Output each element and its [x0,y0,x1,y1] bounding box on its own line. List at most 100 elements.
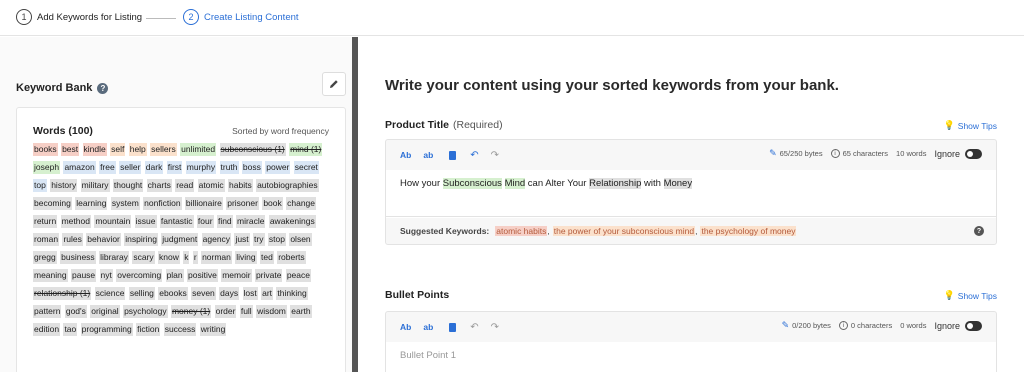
keyword-chip[interactable]: roman [33,233,60,246]
keyword-chip[interactable]: pause [70,269,97,282]
keyword-chip[interactable]: free [99,161,116,174]
keyword-chip[interactable]: memoir [221,269,252,282]
keyword-chip[interactable]: ebooks [158,287,188,300]
keyword-chip[interactable]: fantastic [159,215,194,228]
keyword-chip[interactable]: habits [228,179,253,192]
keyword-chip[interactable]: top [33,179,47,192]
undo-icon[interactable]: ↶ [470,322,478,333]
keyword-chip[interactable]: truth [219,161,239,174]
keyword-chip[interactable]: scary [132,251,155,264]
keyword-chip[interactable]: selling [128,287,155,300]
bullet-point-1-input[interactable]: Bullet Point 1 [386,342,996,372]
keyword-chip[interactable]: billionaire [184,197,223,210]
keyword-chip[interactable]: pattern [33,305,62,318]
keyword-chip[interactable]: full [239,305,253,318]
keyword-chip[interactable]: four [196,215,214,228]
keyword-chip[interactable]: inspiring [124,233,158,246]
keyword-chip[interactable]: autobiographies [256,179,319,192]
keyword-chip[interactable]: sellers [150,143,177,156]
keyword-chip[interactable]: thinking [276,287,308,300]
keyword-chip[interactable]: subconscious (1) [219,143,286,156]
keyword-chip[interactable]: libraray [99,251,129,264]
keyword-chip[interactable]: dark [144,161,164,174]
keyword-chip[interactable]: method [60,215,91,228]
keyword-chip[interactable]: nyt [99,269,113,282]
document-icon[interactable] [449,150,457,160]
keyword-chip[interactable]: living [235,251,257,264]
keyword-chip[interactable]: programming [80,323,133,336]
keyword-chip[interactable]: order [214,305,237,318]
keyword-chip[interactable]: overcoming [116,269,163,282]
info-icon[interactable]: i [838,321,848,330]
keyword-chip[interactable]: mind (1) [289,143,323,156]
keyword-chip[interactable]: original [90,305,120,318]
keyword-chip[interactable]: power [265,161,291,174]
keyword-chip[interactable]: positive [187,269,218,282]
keyword-chip[interactable]: meaning [33,269,68,282]
suggested-keyword[interactable]: atomic habits [495,225,548,236]
keyword-chip[interactable]: plan [165,269,184,282]
keyword-chip[interactable]: find [216,215,233,228]
undo-icon[interactable]: ↶ [470,150,478,161]
keyword-chip[interactable]: nonfiction [143,197,182,210]
keyword-chip[interactable]: help [128,143,147,156]
keyword-chip[interactable]: rules [62,233,83,246]
keyword-chip[interactable]: judgment [161,233,199,246]
keyword-chip[interactable]: try [253,233,265,246]
keyword-chip[interactable]: issue [134,215,157,228]
keyword-chip[interactable]: mountain [94,215,132,228]
keyword-chip[interactable]: book [262,197,283,210]
keyword-chip[interactable]: atomic [197,179,225,192]
keyword-chip[interactable]: norman [201,251,232,264]
keyword-chip[interactable]: self [110,143,126,156]
keyword-chip[interactable]: days [219,287,240,300]
keyword-chip[interactable]: r [192,251,198,264]
keyword-chip[interactable]: k [183,251,190,264]
keyword-chip[interactable]: behavior [86,233,121,246]
keyword-chip[interactable]: amazon [63,161,96,174]
keyword-chip[interactable]: fiction [136,323,161,336]
keyword-chip[interactable]: first [166,161,183,174]
help-icon[interactable]: ? [97,82,109,94]
keyword-chip[interactable]: money (1) [170,305,212,318]
keyword-chip[interactable]: roberts [277,251,306,264]
keyword-chip[interactable]: just [234,233,250,246]
keyword-chip[interactable]: kindle [82,143,107,156]
ignore-toggle[interactable] [965,320,982,331]
keyword-chip[interactable]: private [254,269,283,282]
keyword-chip[interactable]: seven [191,287,216,300]
suggested-keyword[interactable]: the power of your subconscious mind [552,225,696,236]
keyword-chip[interactable]: system [110,197,140,210]
keyword-chip[interactable]: awakenings [268,215,316,228]
title-case-button[interactable]: Ab [400,150,411,160]
redo-icon[interactable]: ↷ [491,322,499,333]
keyword-chip[interactable]: read [175,179,195,192]
info-icon[interactable]: i [830,149,840,158]
keyword-chip[interactable]: murphy [185,161,217,174]
lowercase-button[interactable]: ab [423,150,433,160]
keyword-chip[interactable]: relationship (1) [33,287,92,300]
keyword-chip[interactable]: tao [63,323,78,336]
keyword-chip[interactable]: edition [33,323,61,336]
ignore-toggle[interactable] [965,148,982,159]
show-tips-link[interactable]: 💡 Show Tips [944,290,997,301]
keyword-chip[interactable]: gregg [33,251,57,264]
redo-icon[interactable]: ↷ [491,150,499,161]
keyword-chip[interactable]: history [50,179,78,192]
keyword-chip[interactable]: joseph [33,161,61,174]
keyword-chip[interactable]: stop [267,233,286,246]
keyword-chip[interactable]: earth [290,305,312,318]
keyword-chip[interactable]: seller [119,161,142,174]
keyword-chip[interactable]: miracle [236,215,266,228]
keyword-chip[interactable]: know [158,251,180,264]
keyword-chip[interactable]: learning [75,197,108,210]
show-tips-link[interactable]: 💡 Show Tips [944,120,997,131]
keyword-chip[interactable]: olsen [289,233,312,246]
document-icon[interactable] [449,322,457,332]
keyword-chip[interactable]: secret [293,161,319,174]
keyword-chip[interactable]: ted [260,251,274,264]
edit-keywords-button[interactable] [322,72,346,96]
keyword-chip[interactable]: books [33,143,58,156]
keyword-chip[interactable]: charts [146,179,172,192]
product-title-input[interactable]: How your Subconscious Mind can Alter You… [386,170,996,218]
